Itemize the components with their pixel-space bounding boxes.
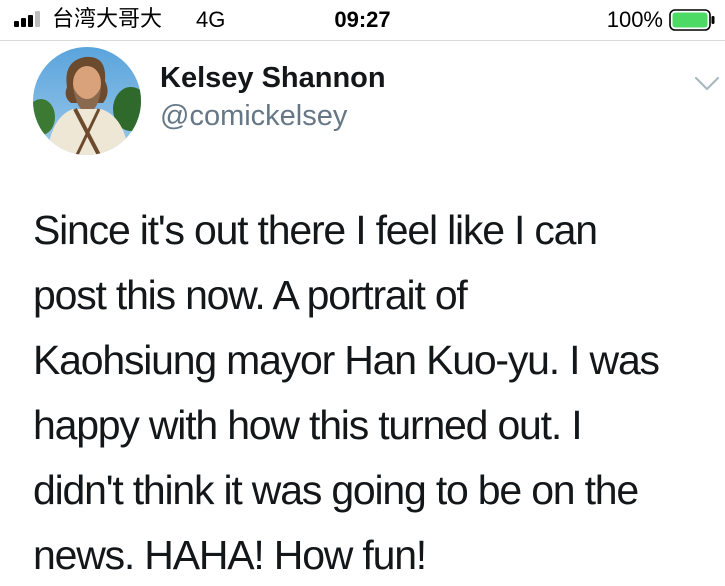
chevron-down-icon[interactable] — [694, 76, 720, 92]
tweet-screen: 台湾大哥大 4G 09:27 100% Kelsey Shannon @comi… — [0, 0, 725, 586]
battery-percentage: 100% — [606, 7, 663, 32]
status-bar: 台湾大哥大 4G 09:27 100% — [0, 0, 725, 40]
battery-icon — [669, 9, 715, 31]
status-bar-divider — [0, 40, 725, 41]
tweet-text: Since it's out there I feel like I can p… — [33, 207, 660, 578]
display-name[interactable]: Kelsey Shannon — [160, 60, 386, 96]
user-handle[interactable]: @comickelsey — [160, 98, 347, 134]
avatar[interactable] — [33, 47, 141, 155]
avatar-portrait-image — [33, 47, 141, 155]
